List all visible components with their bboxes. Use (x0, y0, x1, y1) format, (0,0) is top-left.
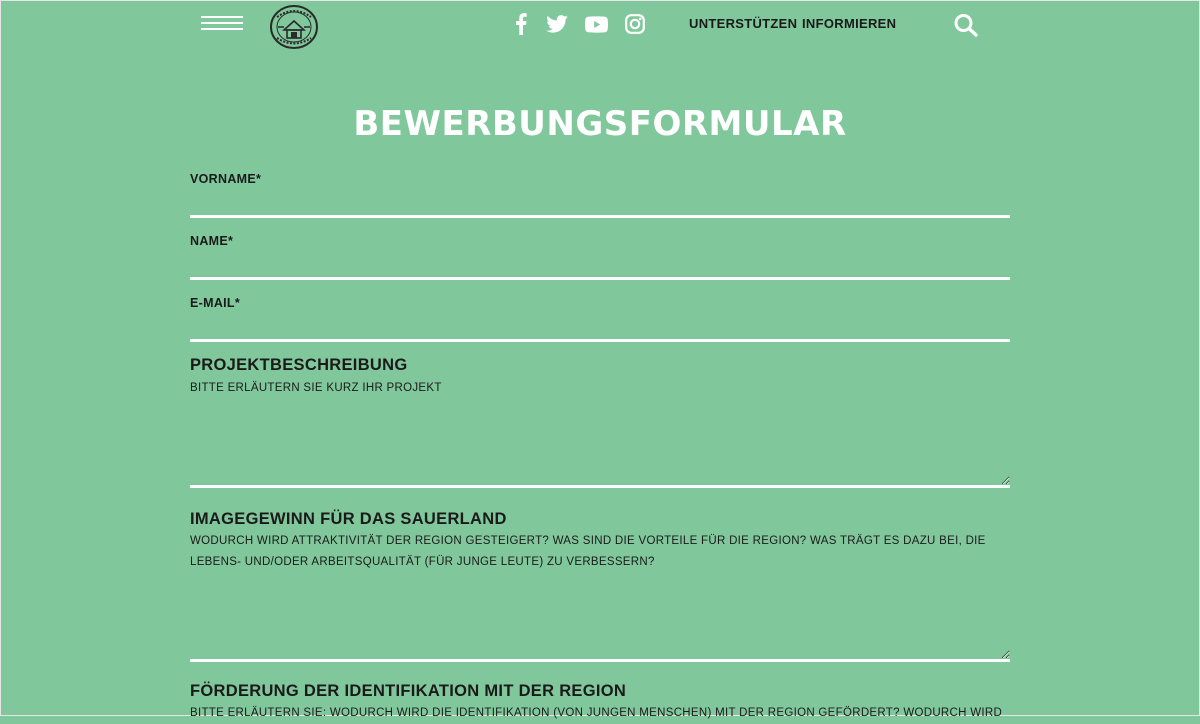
firstname-label: VORNAME* (190, 172, 262, 186)
identification-heading: FÖRDERUNG DER IDENTIFIKATION MIT DER REG… (190, 682, 627, 700)
nav-inform-link[interactable]: INFORMIEREN (802, 16, 896, 31)
twitter-icon (546, 15, 568, 33)
project-hint: BITTE ERLÄUTERN SIE KURZ IHR PROJEKT (190, 382, 442, 394)
menu-bar (201, 16, 243, 18)
project-heading: PROJEKTBESCHREIBUNG (190, 356, 408, 374)
facebook-icon (516, 13, 527, 35)
menu-button[interactable] (201, 16, 243, 32)
name-label: NAME* (190, 234, 234, 248)
site-logo[interactable] (268, 3, 320, 51)
identification-hint: BITTE ERLÄUTERN SIE: WODURCH WIRD DIE ID… (190, 707, 1003, 719)
twitter-link[interactable] (545, 11, 569, 37)
instagram-icon (625, 14, 645, 34)
facebook-link[interactable] (512, 11, 530, 37)
logo-stamp-icon (270, 5, 318, 49)
image-gain-textarea[interactable] (190, 574, 1010, 662)
instagram-link[interactable] (624, 11, 646, 37)
page-title: BEWERBUNGSFORMULAR (353, 104, 847, 144)
youtube-link[interactable] (584, 11, 608, 37)
youtube-icon (584, 15, 608, 33)
site-header: UNTERSTÜTZEN INFORMIEREN (0, 0, 1200, 50)
project-description-textarea[interactable] (190, 400, 1010, 488)
image-hint: WODURCH WIRD ATTRAKTIVITÄT DER REGION GE… (190, 535, 986, 568)
name-input[interactable] (190, 256, 1010, 280)
search-button[interactable] (953, 13, 979, 37)
nav-support-link[interactable]: UNTERSTÜTZEN (689, 16, 797, 31)
image-heading: IMAGEGEWINN FÜR DAS SAUERLAND (190, 510, 507, 528)
search-icon (954, 14, 978, 37)
email-label: E-MAIL* (190, 296, 241, 310)
email-input[interactable] (190, 318, 1010, 342)
menu-bar (201, 28, 243, 30)
menu-bar (201, 22, 243, 24)
firstname-input[interactable] (190, 194, 1010, 218)
